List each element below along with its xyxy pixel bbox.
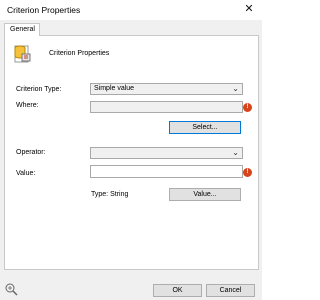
- operator-label: Operator:: [16, 149, 46, 156]
- criterion-type-select[interactable]: Simple value ⌄: [90, 83, 243, 95]
- tab-general-label: General: [10, 26, 35, 33]
- tab-general[interactable]: General: [4, 23, 40, 36]
- error-icon: !: [243, 103, 252, 112]
- ok-button[interactable]: OK: [153, 284, 202, 297]
- where-field[interactable]: [90, 101, 243, 113]
- chevron-down-icon: ⌄: [232, 84, 239, 93]
- value-button[interactable]: Value...: [169, 188, 241, 201]
- cancel-button[interactable]: Cancel: [206, 284, 255, 297]
- window-title: Criterion Properties: [7, 5, 81, 15]
- criterion-type-value: Simple value: [94, 85, 135, 92]
- chevron-down-icon: ⌄: [232, 148, 239, 157]
- value-field[interactable]: [90, 165, 243, 178]
- database-properties-icon: [14, 45, 31, 63]
- header-title: Criterion Properties: [49, 50, 110, 57]
- where-label: Where:: [16, 102, 39, 109]
- title-bar: Criterion Properties ✕: [0, 0, 262, 20]
- value-label: Value:: [16, 170, 36, 177]
- close-icon[interactable]: ✕: [242, 2, 256, 16]
- resize-grip-icon: [5, 283, 18, 296]
- select-button[interactable]: Select...: [169, 121, 241, 134]
- criterion-type-label: Criterion Type:: [16, 86, 62, 93]
- error-icon: !: [243, 168, 252, 177]
- type-text: Type: String: [91, 191, 129, 198]
- operator-select[interactable]: ⌄: [90, 147, 243, 159]
